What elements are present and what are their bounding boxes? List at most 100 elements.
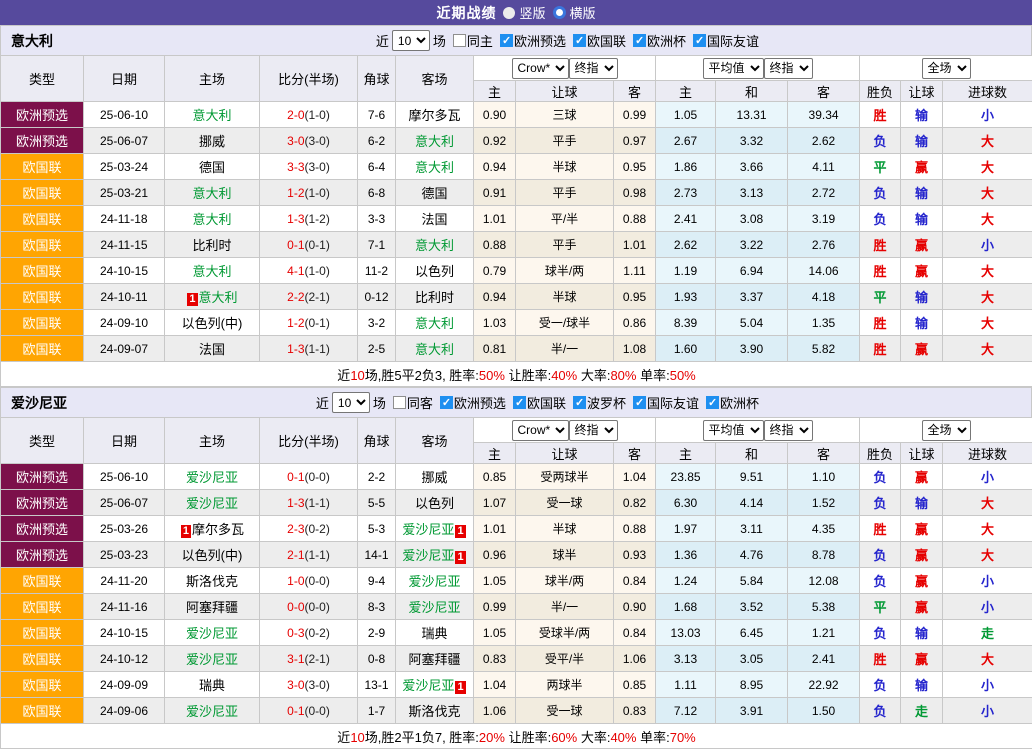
- away-team-cell: 以色列: [396, 258, 474, 284]
- summary-text: 单率:: [636, 368, 669, 383]
- avg-draw-header: 和: [716, 81, 788, 102]
- home-team-name: 意大利: [192, 264, 231, 279]
- halftime-score: (1-1): [305, 496, 330, 510]
- odds-home-cell: 0.94: [474, 154, 516, 180]
- competition-type-cell: 欧洲预选: [1, 464, 84, 490]
- odds-period-select[interactable]: 终指: [569, 420, 618, 441]
- corner-cell: 11-2: [358, 258, 396, 284]
- avg-away-cell: 5.82: [788, 336, 860, 362]
- competition-checkbox[interactable]: [573, 396, 586, 409]
- home-col-header: 主场: [165, 418, 260, 464]
- competition-checkbox[interactable]: [633, 396, 646, 409]
- away-team-name: 德国: [421, 186, 447, 201]
- scope-select[interactable]: 全场: [922, 420, 971, 441]
- home-team-name: 爱沙尼亚: [186, 470, 238, 485]
- halftime-score: (0-2): [305, 522, 330, 536]
- date-cell: 24-09-10: [84, 310, 165, 336]
- halftime-score: (0-2): [305, 626, 330, 640]
- home-team-name: 爱沙尼亚: [186, 704, 238, 719]
- match-count-select[interactable]: 10: [392, 30, 430, 51]
- summary-text: 60%: [551, 730, 577, 745]
- avg-home-cell: 2.41: [656, 206, 716, 232]
- same-venue-checkbox[interactable]: [453, 34, 466, 47]
- halftime-score: (1-0): [305, 264, 330, 278]
- avg-home-cell: 1.11: [656, 672, 716, 698]
- corner-cell: 3-2: [358, 310, 396, 336]
- home-team-cell: 爱沙尼亚: [165, 620, 260, 646]
- away-team-cell: 爱沙尼亚1: [396, 542, 474, 568]
- handicap-cell: 半球: [516, 284, 614, 310]
- summary-text: 20%: [479, 730, 505, 745]
- layout-radio-vertical[interactable]: 竖版: [503, 3, 545, 22]
- avg-home-cell: 1.68: [656, 594, 716, 620]
- same-venue-label: 同客: [407, 393, 433, 412]
- radio-unselected-icon[interactable]: [503, 7, 515, 19]
- odds-home-cell: 1.01: [474, 516, 516, 542]
- date-cell: 25-03-21: [84, 180, 165, 206]
- match-row: 欧国联24-11-15比利时0-1(0-1)7-1意大利0.88平手1.012.…: [1, 232, 1032, 258]
- result-wdl-cell: 负: [860, 542, 901, 568]
- match-count-select[interactable]: 10: [332, 392, 370, 413]
- result-handicap-cell: 输: [901, 102, 943, 128]
- layout-radio-horizontal[interactable]: 横版: [553, 3, 596, 22]
- bookmaker-select[interactable]: Crow*: [512, 420, 569, 441]
- handicap-cell: 平手: [516, 180, 614, 206]
- away-col-header: 客场: [396, 418, 474, 464]
- away-team-name: 以色列: [415, 496, 454, 511]
- odds-home-header: 主: [474, 81, 516, 102]
- fulltime-score: 1-3: [287, 212, 304, 226]
- topbar: 近期战绩 竖版 横版: [0, 0, 1032, 25]
- avg-home-cell: 1.36: [656, 542, 716, 568]
- competition-checkbox[interactable]: [573, 34, 586, 47]
- scope-select[interactable]: 全场: [922, 58, 971, 79]
- odds-away-cell: 0.90: [614, 594, 656, 620]
- match-row: 欧国联24-10-15爱沙尼亚0-3(0-2)2-9瑞典1.05受球半/两0.8…: [1, 620, 1032, 646]
- score-cell: 0-0(0-0): [260, 594, 358, 620]
- competition-checkbox[interactable]: [693, 34, 706, 47]
- same-venue-checkbox[interactable]: [393, 396, 406, 409]
- date-cell: 24-11-16: [84, 594, 165, 620]
- bookmaker-select[interactable]: Crow*: [512, 58, 569, 79]
- home-team-cell: 1意大利: [165, 284, 260, 310]
- score-col-header: 比分(半场): [260, 56, 358, 102]
- avg-home-cell: 3.13: [656, 646, 716, 672]
- home-team-name: 挪威: [199, 134, 225, 149]
- fulltime-score: 3-1: [287, 652, 304, 666]
- avg-away-cell: 4.18: [788, 284, 860, 310]
- avg-away-header: 客: [788, 81, 860, 102]
- summary-cell: 近10场,胜2平1负7, 胜率:20% 让胜率:60% 大率:40% 单率:70…: [1, 724, 1032, 749]
- select-header-cell: Crow*终指: [474, 418, 656, 443]
- summary-text: 大率:: [577, 730, 610, 745]
- competition-checkbox[interactable]: [706, 396, 719, 409]
- competition-checkbox[interactable]: [440, 396, 453, 409]
- halftime-score: (1-1): [305, 548, 330, 562]
- average-period-select[interactable]: 终指: [764, 420, 813, 441]
- odds-home-cell: 0.81: [474, 336, 516, 362]
- halftime-score: (1-2): [305, 212, 330, 226]
- halftime-score: (0-0): [305, 470, 330, 484]
- competition-type-cell: 欧洲预选: [1, 516, 84, 542]
- odds-period-select[interactable]: 终指: [569, 58, 618, 79]
- average-period-select[interactable]: 终指: [764, 58, 813, 79]
- result-goals-cell: 小: [943, 594, 1032, 620]
- red-card-badge: 1: [455, 525, 465, 538]
- select-header-cell: 全场: [860, 418, 1032, 443]
- average-select[interactable]: 平均值: [703, 58, 764, 79]
- fulltime-score: 0-1: [287, 704, 304, 718]
- odds-home-cell: 1.06: [474, 698, 516, 724]
- summary-text: 让胜率:: [505, 368, 551, 383]
- corner-cell: 8-3: [358, 594, 396, 620]
- avg-draw-cell: 3.37: [716, 284, 788, 310]
- home-team-name: 意大利: [192, 186, 231, 201]
- away-team-cell: 意大利: [396, 154, 474, 180]
- competition-checkbox[interactable]: [633, 34, 646, 47]
- summary-text: 场,胜2平1负7, 胜率:: [365, 730, 479, 745]
- odds-away-cell: 1.01: [614, 232, 656, 258]
- radio-selected-icon[interactable]: [553, 6, 566, 19]
- competition-checkbox[interactable]: [513, 396, 526, 409]
- odds-away-cell: 0.99: [614, 102, 656, 128]
- odds-home-cell: 0.91: [474, 180, 516, 206]
- average-select[interactable]: 平均值: [703, 420, 764, 441]
- away-team-cell: 比利时: [396, 284, 474, 310]
- competition-checkbox[interactable]: [500, 34, 513, 47]
